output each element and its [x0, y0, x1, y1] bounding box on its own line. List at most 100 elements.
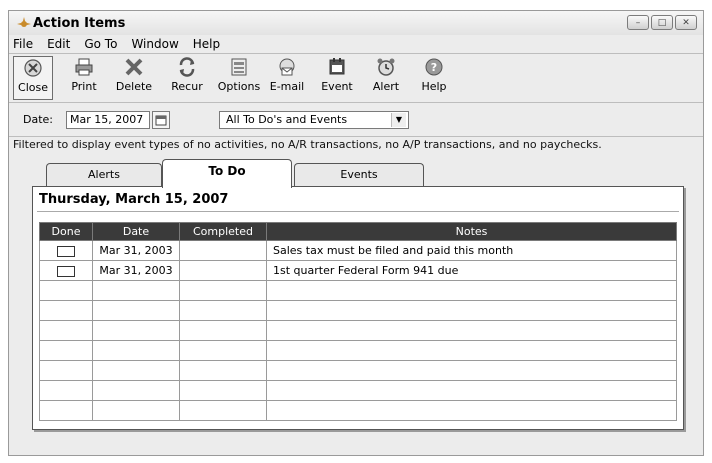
toolbar-event-button[interactable]: Event [318, 56, 356, 100]
empty-cell [39, 400, 93, 421]
event-icon [329, 58, 345, 75]
empty-cell [266, 380, 677, 401]
to-do-table: Done Date Completed Notes Mar 31, 2003 Sa… [39, 222, 677, 421]
alert-clock-icon [377, 58, 395, 76]
delete-x-icon [125, 58, 143, 76]
done-checkbox[interactable] [57, 265, 75, 277]
table-row[interactable]: Mar 31, 2003 1st quarter Federal Form 941… [39, 260, 677, 281]
maximize-button[interactable]: □ [651, 15, 673, 30]
toolbar-help-label: Help [421, 80, 447, 93]
date-label: Date: [23, 113, 53, 126]
empty-table-row[interactable] [39, 360, 677, 381]
email-icon [279, 58, 295, 76]
window-title: Action Items [33, 16, 126, 31]
recur-icon [179, 57, 195, 77]
toolbar-email-label: E-mail [269, 80, 305, 93]
empty-cell [92, 360, 180, 381]
column-header-done[interactable]: Done [39, 222, 93, 241]
empty-cell [266, 340, 677, 361]
menu-help[interactable]: Help [193, 37, 220, 51]
empty-cell [92, 300, 180, 321]
date-cell: Mar 31, 2003 [92, 240, 180, 261]
empty-cell [39, 320, 93, 341]
empty-table-row[interactable] [39, 400, 677, 421]
printer-icon [75, 58, 93, 76]
calendar-icon [155, 115, 167, 126]
toolbar-options-label: Options [217, 80, 261, 93]
close-x-icon: ✕ [682, 17, 690, 28]
empty-table-row[interactable] [39, 340, 677, 361]
empty-cell [266, 400, 677, 421]
action-items-app-icon [17, 17, 31, 27]
tab-to-do[interactable]: To Do [162, 159, 292, 188]
empty-cell [92, 400, 180, 421]
empty-cell [92, 280, 180, 301]
empty-cell [179, 360, 267, 381]
empty-table-row[interactable] [39, 300, 677, 321]
toolbar-delete-label: Delete [115, 80, 153, 93]
day-title: Thursday, March 15, 2007 [39, 192, 229, 207]
empty-cell [92, 340, 180, 361]
column-header-date[interactable]: Date [92, 222, 180, 241]
view-filter-dropdown[interactable]: All To Do's and Events ▼ [219, 111, 409, 129]
empty-cell [266, 320, 677, 341]
options-icon [231, 58, 247, 76]
toolbar-event-label: Event [321, 80, 353, 93]
empty-cell [39, 300, 93, 321]
empty-cell [39, 340, 93, 361]
to-do-table-body: Mar 31, 2003 Sales tax must be filed and … [39, 240, 677, 421]
empty-cell [179, 380, 267, 401]
toolbar-close-label: Close [18, 81, 48, 94]
column-header-completed[interactable]: Completed [179, 222, 267, 241]
empty-cell [179, 300, 267, 321]
view-filter-value: All To Do's and Events [226, 113, 348, 126]
tab-area: Alerts To Do Events Thursday, March 15, … [32, 159, 684, 434]
notes-cell: Sales tax must be filed and paid this mo… [266, 240, 677, 261]
empty-cell [92, 320, 180, 341]
menu-edit[interactable]: Edit [47, 37, 70, 51]
toolbar-close-button[interactable]: Close [13, 56, 53, 100]
tab-events[interactable]: Events [294, 163, 424, 187]
empty-cell [179, 280, 267, 301]
empty-table-row[interactable] [39, 280, 677, 301]
title-divider [37, 211, 679, 212]
to-do-panel: Thursday, March 15, 2007 Done Date Compl… [32, 186, 684, 430]
table-row[interactable]: Mar 31, 2003 Sales tax must be filed and … [39, 240, 677, 261]
toolbar-print-label: Print [71, 80, 97, 93]
close-icon [24, 59, 42, 77]
completed-cell [179, 240, 267, 261]
done-cell[interactable] [39, 240, 93, 261]
empty-cell [179, 320, 267, 341]
notes-cell: 1st quarter Federal Form 941 due [266, 260, 677, 281]
tab-alerts[interactable]: Alerts [46, 163, 162, 187]
empty-cell [39, 380, 93, 401]
calendar-button[interactable] [152, 111, 170, 129]
toolbar-recur-button[interactable]: Recur [169, 56, 205, 100]
completed-cell [179, 260, 267, 281]
toolbar: Close Print Delete Recur Options E-mail … [9, 53, 703, 103]
empty-cell [39, 360, 93, 381]
action-items-window: Action Items – □ ✕ File Edit Go To Windo… [8, 10, 704, 456]
svg-text:?: ? [431, 61, 437, 74]
menu-window[interactable]: Window [131, 37, 178, 51]
title-bar[interactable]: Action Items – □ ✕ [9, 11, 703, 35]
column-header-notes[interactable]: Notes [266, 222, 677, 241]
toolbar-print-button[interactable]: Print [69, 56, 99, 100]
toolbar-help-button[interactable]: ? Help [419, 56, 449, 100]
toolbar-delete-button[interactable]: Delete [114, 56, 154, 100]
minimize-icon: – [635, 17, 641, 28]
minimize-button[interactable]: – [627, 15, 649, 30]
menu-go-to[interactable]: Go To [84, 37, 117, 51]
toolbar-alert-button[interactable]: Alert [371, 56, 401, 100]
close-window-button[interactable]: ✕ [675, 15, 697, 30]
toolbar-email-button[interactable]: E-mail [267, 56, 307, 100]
toolbar-options-button[interactable]: Options [217, 56, 261, 100]
empty-table-row[interactable] [39, 320, 677, 341]
date-field[interactable]: Mar 15, 2007 [66, 111, 150, 129]
done-checkbox[interactable] [57, 245, 75, 257]
empty-cell [92, 380, 180, 401]
done-cell[interactable] [39, 260, 93, 281]
menu-file[interactable]: File [13, 37, 33, 51]
help-icon: ? [425, 58, 443, 76]
empty-table-row[interactable] [39, 380, 677, 401]
